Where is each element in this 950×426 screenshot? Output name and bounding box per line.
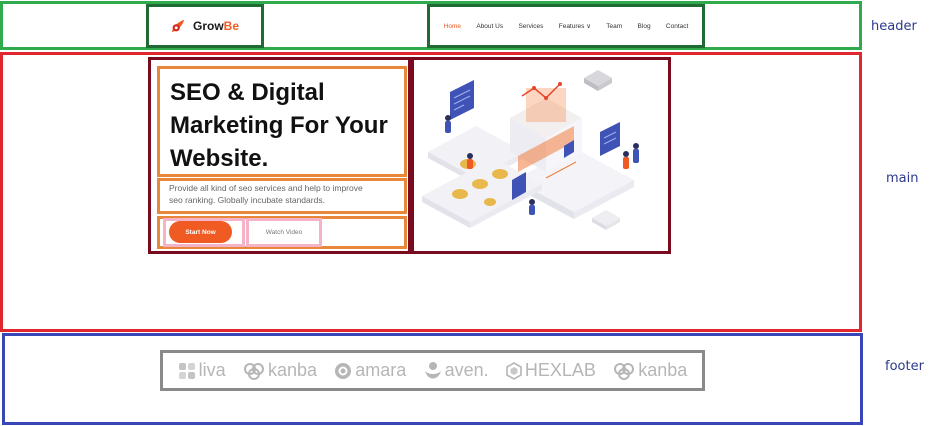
partner-name: aven. [444,360,489,380]
hero-illustration [411,57,671,254]
hero-title-line-2: Marketing For Your [170,112,388,139]
partner-logo-kanba-2: kanba [613,360,687,381]
partner-name: kanba [267,360,317,380]
aven-logo-icon [424,361,441,378]
isometric-seo-illustration [422,70,639,230]
watch-video-button[interactable]: Watch Video [252,221,316,243]
partner-logo-amara: amara [334,360,406,381]
nav-item-team[interactable]: Team [606,23,622,30]
main-region-label: main [886,171,919,186]
partner-name: kanba [638,360,688,380]
hero-title-block: SEO & Digital Marketing For Your Website… [157,66,407,177]
partner-logo-hexlab: HEXLAB [506,360,596,381]
partner-name: liva [198,360,226,380]
nav-item-home[interactable]: Home [444,23,461,30]
growbe-logo-icon [171,19,185,33]
partner-logos-strip: liva kanba amara aven. HEXLAB kanba [160,350,705,391]
hero-description-line-1: Provide all kind of seo services and hel… [169,183,363,193]
partner-logo-liva: liva [178,360,226,381]
partner-logo-aven: aven. [424,360,489,381]
kanba-logo-icon [614,362,635,380]
partner-logo-kanba: kanba [243,360,317,381]
amara-logo-icon [335,362,352,379]
header-region-label: header [871,19,917,34]
nav-item-contact[interactable]: Contact [666,23,688,30]
main-nav: Home About Us Services Features ∨ Team B… [427,4,705,48]
hexlab-logo-icon [506,361,522,380]
footer-region-label: footer [885,359,924,374]
nav-item-about[interactable]: About Us [476,23,503,30]
hero-description-line-2: seo ranking. Globally incubate standards… [169,195,325,205]
hero-description-block: Provide all kind of seo services and hel… [157,178,407,214]
kanba-logo-icon [243,362,264,380]
nav-item-services[interactable]: Services [518,23,543,30]
liva-logo-icon [178,362,195,379]
nav-item-blog[interactable]: Blog [638,23,651,30]
start-now-button[interactable]: Start Now [169,221,232,243]
hero-title-line-3: Website. [170,145,269,172]
site-logo[interactable]: GrowBe [146,4,264,48]
brand-name: GrowBe [193,19,240,33]
hero-title-line-1: SEO & Digital [170,79,325,106]
partner-name: amara [355,360,407,380]
partner-name: HEXLAB [524,360,596,380]
nav-item-features[interactable]: Features ∨ [559,22,591,30]
